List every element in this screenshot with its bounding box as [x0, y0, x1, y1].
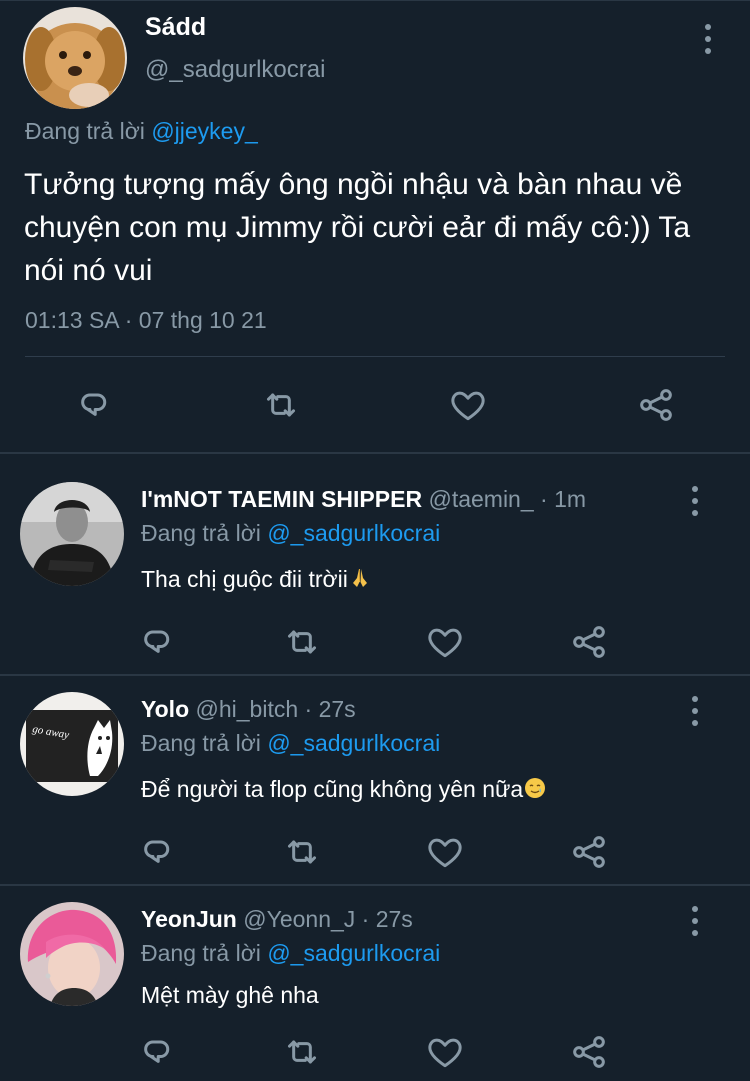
divider — [0, 884, 750, 886]
reply-context: Đang trả lời @_sadgurlkocrai — [141, 520, 440, 547]
display-name[interactable]: YeonJun — [141, 906, 237, 932]
reply-mention-link[interactable]: @jjeykey_ — [151, 118, 257, 144]
avatar[interactable] — [20, 482, 124, 586]
reply-mention-link[interactable]: @_sadgurlkocrai — [267, 730, 440, 756]
reply-tweet[interactable]: YeonJun @Yeonn_J · 27s Đang trả lời @_sa… — [0, 902, 750, 1081]
tweet-text: Mệt mày ghê nha — [141, 982, 319, 1008]
avatar[interactable]: go away — [20, 692, 124, 796]
avatar[interactable] — [20, 902, 124, 1006]
reply-prefix: Đang trả lời — [25, 118, 145, 144]
tweet-text-content: Để người ta flop cũng không yên nữa — [141, 776, 524, 802]
reply-mention-link[interactable]: @_sadgurlkocrai — [267, 520, 440, 546]
user-handle[interactable]: @_sadgurlkocrai — [145, 56, 325, 84]
reply-icon[interactable] — [74, 385, 114, 425]
more-icon[interactable] — [703, 24, 713, 54]
heart-icon[interactable] — [425, 1032, 465, 1072]
avatar[interactable] — [23, 7, 127, 109]
tweet-thread: Sádd @_sadgurlkocrai Đang trả lời @jjeyk… — [0, 0, 750, 1081]
display-name[interactable]: I'mNOT TAEMIN SHIPPER — [141, 486, 422, 512]
share-icon[interactable] — [569, 622, 609, 662]
folded-hands-emoji — [348, 566, 372, 596]
tweet-text: Để người ta flop cũng không yên nữa — [141, 776, 547, 806]
smiling-face-with-tear-emoji — [523, 776, 547, 806]
tweet-timestamp[interactable]: 01:13 SA · 07 thg 10 21 — [25, 307, 267, 334]
retweet-icon[interactable] — [282, 1032, 322, 1072]
share-icon[interactable] — [636, 385, 676, 425]
handle-and-time[interactable]: @hi_bitch · 27s — [196, 696, 356, 722]
heart-icon[interactable] — [425, 832, 465, 872]
reply-tweet[interactable]: I'mNOT TAEMIN SHIPPER @taemin_ · 1m Đang… — [0, 482, 750, 677]
divider — [0, 452, 750, 454]
heart-icon[interactable] — [425, 622, 465, 662]
retweet-icon[interactable] — [282, 832, 322, 872]
tweet-text: Tha chị guộc đii trờii — [141, 566, 372, 596]
reply-header: I'mNOT TAEMIN SHIPPER @taemin_ · 1m — [141, 486, 586, 513]
reply-prefix: Đang trả lời — [141, 940, 261, 966]
more-icon[interactable] — [690, 696, 700, 726]
retweet-icon[interactable] — [261, 385, 301, 425]
tweet-text-content: Tha chị guộc đii trờii — [141, 566, 348, 592]
heart-icon[interactable] — [448, 385, 488, 425]
reply-icon[interactable] — [137, 622, 177, 662]
reply-icon[interactable] — [137, 832, 177, 872]
more-icon[interactable] — [690, 906, 700, 936]
reply-prefix: Đang trả lời — [141, 520, 261, 546]
reply-header: Yolo @hi_bitch · 27s — [141, 696, 356, 723]
reply-prefix: Đang trả lời — [141, 730, 261, 756]
reply-context: Đang trả lời @jjeykey_ — [25, 118, 258, 145]
handle-and-time[interactable]: @taemin_ · 1m — [428, 486, 586, 512]
display-name[interactable]: Yolo — [141, 696, 189, 722]
reply-tweet[interactable]: go away Yolo @hi_bitch · 27s Đang trả lờ… — [0, 692, 750, 884]
display-name[interactable]: Sádd — [145, 13, 206, 42]
reply-context: Đang trả lời @_sadgurlkocrai — [141, 940, 440, 967]
divider — [0, 674, 750, 676]
reply-context: Đang trả lời @_sadgurlkocrai — [141, 730, 440, 757]
share-icon[interactable] — [569, 1032, 609, 1072]
tweet-text: Tưởng tượng mấy ông ngồi nhậu và bàn nha… — [24, 168, 691, 287]
handle-and-time[interactable]: @Yeonn_J · 27s — [243, 906, 413, 932]
retweet-icon[interactable] — [282, 622, 322, 662]
reply-header: YeonJun @Yeonn_J · 27s — [141, 906, 413, 933]
reply-mention-link[interactable]: @_sadgurlkocrai — [267, 940, 440, 966]
reply-icon[interactable] — [137, 1032, 177, 1072]
more-icon[interactable] — [690, 486, 700, 516]
divider — [25, 356, 725, 357]
main-tweet: Sádd @_sadgurlkocrai Đang trả lời @jjeyk… — [0, 0, 750, 453]
share-icon[interactable] — [569, 832, 609, 872]
